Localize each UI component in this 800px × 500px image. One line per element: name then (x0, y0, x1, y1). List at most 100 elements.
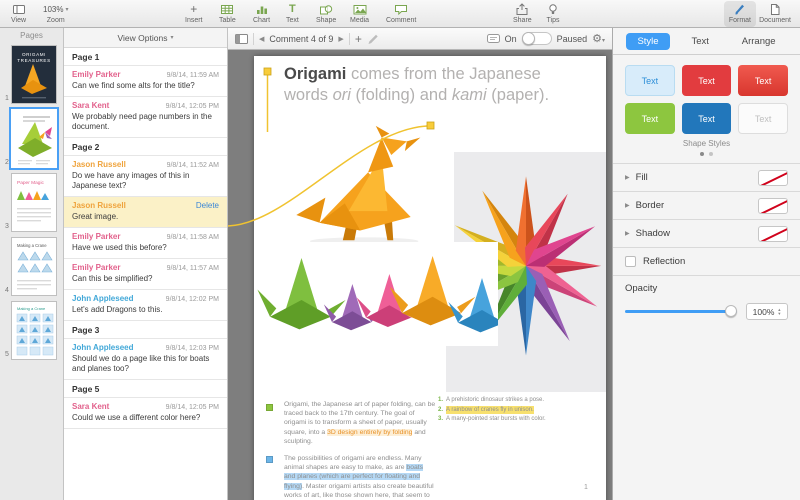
comment-button[interactable]: Comment (381, 1, 421, 27)
separator (349, 33, 350, 45)
reflection-checkbox[interactable] (625, 256, 636, 267)
media-button[interactable]: Media (345, 1, 374, 27)
comment-item-selected[interactable]: Jason RussellDelete Great image. (64, 197, 227, 228)
comment-item[interactable]: Emily Parker9/8/14, 11:59 AM Can we find… (64, 66, 227, 97)
tab-arrange[interactable]: Arrange (731, 33, 787, 50)
toggle-knob (522, 32, 535, 45)
comment-item[interactable]: Sara Kent9/8/14, 12:05 PM We probably ne… (64, 97, 227, 138)
disclosure-triangle-icon: ▶ (625, 202, 630, 209)
insert-button[interactable]: + Insert (180, 1, 208, 27)
zoom-control[interactable]: 103%▾ Zoom (38, 1, 73, 27)
tab-style[interactable]: Style (626, 33, 669, 50)
canvas: ◀ Comment 4 of 9 ▶ + On Paused ⚙▾ Origam (228, 28, 612, 500)
page-thumbnail-5[interactable]: Making a Crane (12, 302, 56, 359)
document-title[interactable]: Origami comes from the Japanese words or… (284, 64, 584, 106)
comment-item[interactable]: Sara Kent9/8/14, 12:05 PM Could we use a… (64, 398, 227, 429)
origami-cranes-image[interactable] (254, 242, 498, 346)
add-comment-button[interactable]: + (355, 34, 362, 44)
pages-sidebar-title: Pages (0, 28, 63, 43)
format-inspector: Style Text Arrange Text Text Text Text T… (612, 28, 800, 500)
comment-item[interactable]: John Appleseed9/8/14, 12:03 PM Should we… (64, 339, 227, 380)
svg-text:Making a Crane: Making a Crane (17, 306, 46, 311)
view-options-button[interactable]: View Options ▾ (64, 28, 227, 48)
reflection-row: Reflection (613, 247, 800, 275)
page-thumbnail-2-selected[interactable] (12, 110, 56, 167)
table-button[interactable]: Table (214, 1, 241, 27)
share-button[interactable]: Share (508, 1, 537, 27)
comment-item[interactable]: Emily Parker9/8/14, 11:58 AM Have we use… (64, 228, 227, 259)
text-button[interactable]: T Text (281, 1, 304, 27)
smart-annotation-highlight: 3D design entirely by folding (327, 429, 412, 436)
shape-button[interactable]: Shape (311, 1, 341, 27)
comments-list: Page 1 Emily Parker9/8/14, 11:59 AM Can … (64, 48, 227, 429)
body-paragraph-1[interactable]: Origami, the Japanese art of paper foldi… (284, 400, 436, 446)
comments-page-header: Page 3 (64, 321, 227, 339)
comment-text: We probably need page numbers in the doc… (72, 112, 219, 132)
comment-item[interactable]: Emily Parker9/8/14, 11:57 AM Can this be… (64, 259, 227, 290)
shadow-swatch[interactable] (758, 226, 788, 242)
preset-pagination-dots[interactable] (613, 148, 800, 163)
fill-swatch[interactable] (758, 170, 788, 186)
next-comment-button[interactable]: ▶ (338, 35, 343, 43)
comment-item[interactable]: Jason Russell9/8/14, 11:52 AM Do we have… (64, 156, 227, 197)
view-button[interactable]: View (6, 1, 31, 27)
comment-text: Have we used this before? (72, 243, 219, 253)
edit-comment-button[interactable] (367, 33, 379, 45)
page-thumbnail-4[interactable]: Making a Crane (12, 238, 56, 295)
page-thumbnail-1[interactable]: ORIGAMI TREASURES (12, 46, 56, 103)
document-page[interactable]: Origami comes from the Japanese words or… (254, 56, 606, 500)
chart-button[interactable]: Chart (248, 1, 275, 27)
comments-page-header: Page 5 (64, 380, 227, 398)
tracking-toggle[interactable] (522, 32, 552, 45)
origami-dragon-image[interactable] (284, 122, 454, 248)
opacity-slider-knob[interactable] (725, 305, 737, 317)
svg-text:Paper Magic: Paper Magic (17, 180, 45, 186)
body-paragraph-2[interactable]: The possibilities of origami are endless… (284, 454, 436, 500)
canvas-scroll-area[interactable]: Origami comes from the Japanese words or… (228, 50, 612, 500)
fill-section-row[interactable]: ▶ Fill (613, 163, 800, 191)
style-preset-5[interactable]: Text (682, 103, 732, 134)
opacity-slider[interactable] (625, 310, 737, 313)
comment-item[interactable]: John Appleseed9/8/14, 12:02 PM Let's add… (64, 290, 227, 321)
style-preset-1[interactable]: Text (625, 65, 675, 96)
page-number-label: 4 (2, 287, 12, 294)
comment-author: Emily Parker (72, 232, 120, 241)
border-swatch[interactable] (758, 198, 788, 214)
comment-author: Emily Parker (72, 263, 120, 272)
comment-author: John Appleseed (72, 343, 134, 352)
view-icon (12, 3, 26, 16)
tips-button[interactable]: Tips (541, 1, 565, 27)
format-button[interactable]: Format (724, 1, 756, 27)
page-thumb-row-5: 5 Making a Crane (2, 302, 61, 359)
delete-comment-button[interactable]: Delete (196, 201, 219, 210)
caption-list[interactable]: 1.A prehistoric dinosaur strikes a pose.… (438, 396, 550, 425)
shadow-label: Shadow (636, 228, 758, 239)
previous-comment-button[interactable]: ◀ (259, 35, 264, 43)
document-button[interactable]: Document (754, 1, 796, 27)
comment-marker-blue[interactable] (266, 456, 273, 463)
svg-text:Making a Crane: Making a Crane (17, 243, 47, 248)
border-section-row[interactable]: ▶ Border (613, 191, 800, 219)
inspector-tabs: Style Text Arrange (613, 28, 800, 55)
pages-sidebar: Pages 1 ORIGAMI TREASURES 2 (0, 28, 64, 500)
canvas-topbar: ◀ Comment 4 of 9 ▶ + On Paused ⚙▾ (228, 28, 612, 50)
style-preset-3[interactable]: Text (738, 65, 788, 96)
gear-menu-button[interactable]: ⚙▾ (592, 32, 605, 45)
page-number-label: 1 (2, 95, 12, 102)
comments-pane-toggle-button[interactable] (235, 34, 248, 44)
chevron-down-icon: ▾ (65, 6, 68, 13)
page-number-label: 5 (2, 351, 12, 358)
stepper-arrows-icon[interactable]: ▲▼ (777, 308, 781, 316)
style-preset-2[interactable]: Text (682, 65, 732, 96)
table-icon (220, 3, 234, 16)
shadow-section-row[interactable]: ▶ Shadow (613, 219, 800, 247)
comment-marker-green[interactable] (266, 404, 273, 411)
style-preset-6[interactable]: Text (738, 103, 788, 134)
format-brush-icon (733, 3, 747, 16)
opacity-value-field[interactable]: 100% ▲▼ (746, 303, 788, 320)
page-thumbnail-3[interactable]: Paper Magic (12, 174, 56, 231)
tab-text[interactable]: Text (680, 33, 719, 50)
style-preset-4[interactable]: Text (625, 103, 675, 134)
media-icon (353, 3, 367, 16)
comment-nav-label: Comment 4 of 9 (269, 34, 333, 44)
